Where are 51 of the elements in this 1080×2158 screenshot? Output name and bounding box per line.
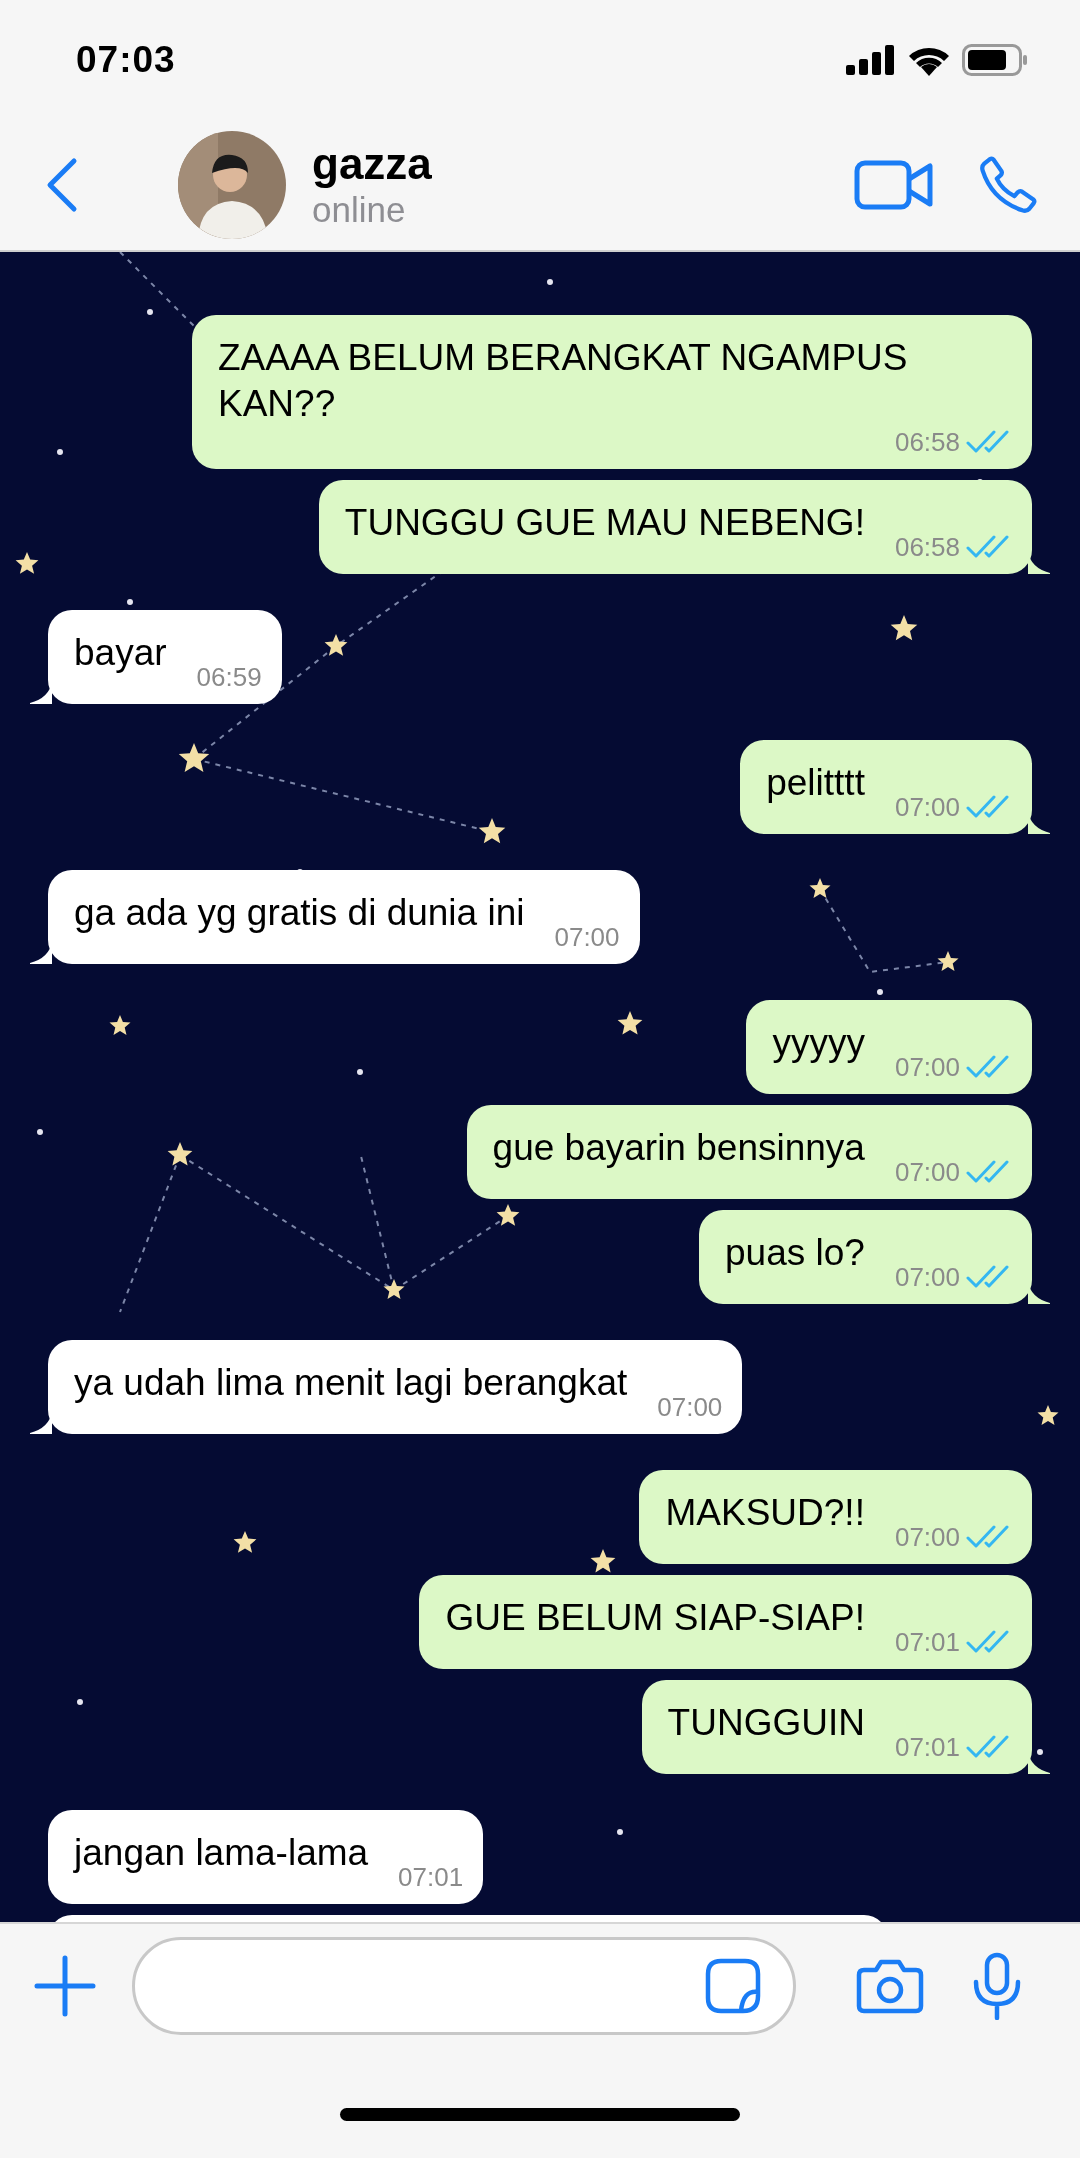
message-text: jangan lama-lama bbox=[74, 1831, 369, 1875]
message-time: 07:01 bbox=[398, 1862, 464, 1892]
sticker-button[interactable] bbox=[705, 1958, 761, 2014]
star-icon bbox=[15, 552, 39, 574]
star-icon bbox=[478, 818, 506, 844]
star-icon bbox=[937, 951, 959, 971]
contact-status: online bbox=[312, 189, 407, 231]
add-button[interactable] bbox=[34, 1955, 96, 2017]
star-icon bbox=[1037, 1405, 1059, 1425]
message-text: TUNGGUIN bbox=[667, 1701, 865, 1745]
message-time: 07:00 bbox=[554, 922, 620, 952]
message-text: puas lo? bbox=[725, 1231, 865, 1275]
status-time: 07:03 bbox=[76, 39, 176, 81]
message-text: ya udah lima menit lagi berangkat bbox=[74, 1361, 628, 1405]
message-text: ZAAAA BELUM BERANGKAT NGAMPUS KAN?? bbox=[218, 336, 909, 426]
star-icon bbox=[383, 1279, 405, 1299]
star-icon bbox=[590, 1549, 616, 1573]
star-icon bbox=[233, 1531, 257, 1553]
microphone-button[interactable] bbox=[972, 1952, 1022, 2020]
message-time: 06:59 bbox=[196, 662, 262, 692]
message-time: 07:01 bbox=[894, 1627, 960, 1657]
star-icon bbox=[167, 1142, 193, 1166]
message-text: bayar bbox=[74, 631, 167, 675]
message-text: GUE BELUM SIAP-SIAP! bbox=[445, 1596, 865, 1640]
message-time: 07:00 bbox=[894, 1052, 960, 1082]
message-text: yyyyy bbox=[772, 1021, 865, 1065]
star-icon bbox=[809, 878, 831, 898]
message-time: 07:00 bbox=[894, 792, 960, 822]
message-time: 06:58 bbox=[894, 427, 960, 457]
video-call-button[interactable] bbox=[854, 159, 934, 211]
message-time: 07:00 bbox=[894, 1157, 960, 1187]
camera-button[interactable] bbox=[856, 1958, 924, 2014]
star-icon bbox=[109, 1015, 131, 1035]
star-icon bbox=[324, 634, 348, 656]
message-time: 07:00 bbox=[657, 1392, 723, 1422]
message-time: 07:00 bbox=[894, 1522, 960, 1552]
signal-icon bbox=[846, 45, 896, 75]
star-icon bbox=[178, 743, 210, 772]
message-text: pelitttt bbox=[766, 761, 865, 805]
contact-name: gazza bbox=[312, 139, 432, 189]
star-icon bbox=[617, 1011, 643, 1035]
star-icon bbox=[890, 615, 918, 641]
message-time: 06:58 bbox=[894, 532, 960, 562]
message-text: ga ada yg gratis di dunia ini bbox=[74, 891, 525, 935]
star-icon bbox=[496, 1204, 520, 1226]
message-text: TUNGGU GUE MAU NEBENG! bbox=[344, 501, 865, 545]
message-text: gue bayarin bensinnya bbox=[492, 1126, 865, 1170]
message-time: 07:01 bbox=[894, 1732, 960, 1762]
battery-icon bbox=[962, 44, 1028, 76]
message-text: MAKSUD?!! bbox=[665, 1491, 865, 1535]
message-time: 07:00 bbox=[894, 1262, 960, 1292]
